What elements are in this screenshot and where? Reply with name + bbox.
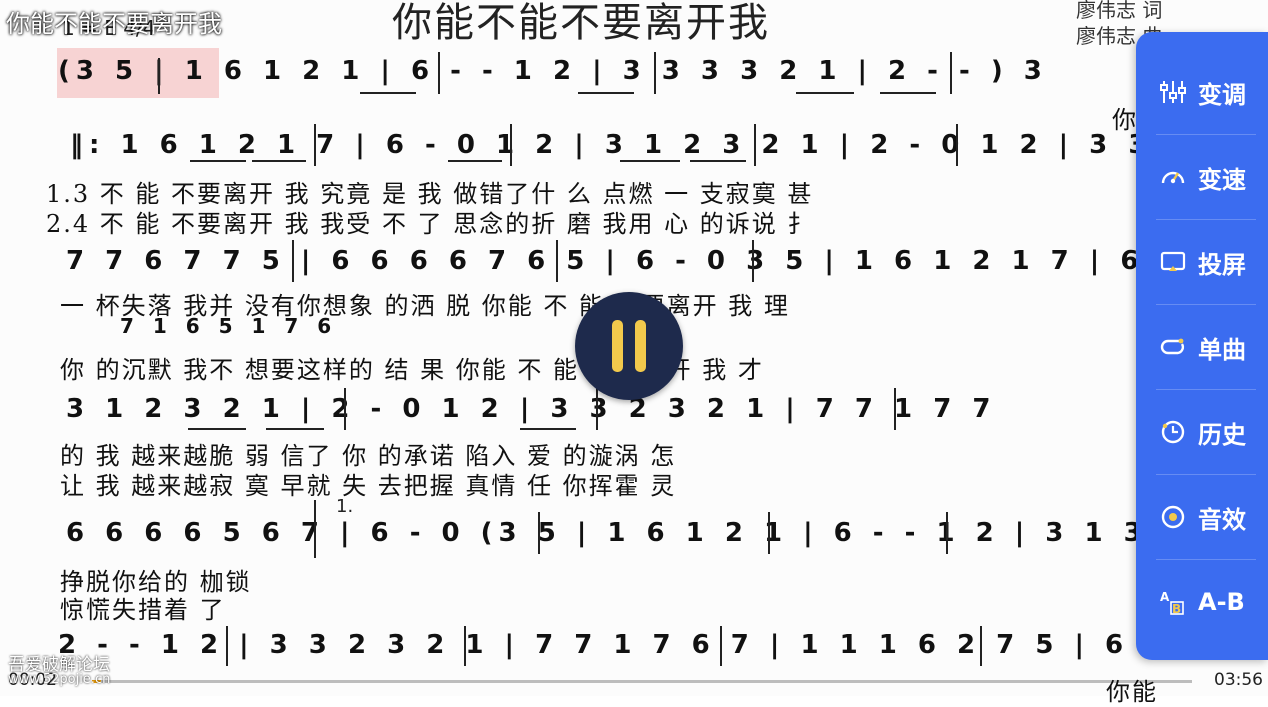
speed-button[interactable]: 变速 [1136,135,1268,219]
bar-line [950,52,952,94]
ab-repeat-label: A-B [1198,588,1245,616]
beam-underline [188,428,246,430]
beam-underline [190,160,246,162]
beam-underline [796,92,854,94]
equalizer-icon [1158,79,1188,105]
bar-line [538,512,540,554]
song-title: 你能不能不要离开我 [392,0,770,46]
beam-underline [360,92,416,94]
notation-line-5: 6 6 6 6 5 6 7 | 6 - 0 (3 5 | 1 6 1 2 1 |… [66,518,1187,548]
bar-line [654,52,656,94]
ab-repeat-button[interactable]: AB A-B [1136,560,1268,644]
transpose-button[interactable]: 变调 [1136,50,1268,134]
bar-line [556,240,558,282]
bar-line [464,626,466,666]
lyric-line-4-b: 让 我 越来越寂 寞 早就 失 去把握 真情 任 你挥霍 灵 [60,472,677,500]
history-icon [1158,419,1188,445]
progress-bar[interactable]: 00:02 03:56 [0,670,1268,696]
pause-icon [612,320,623,372]
bar-line [894,388,896,430]
beam-underline [520,428,576,430]
video-title-overlay: 你能不能不要离开我 [6,10,222,38]
bar-line [226,626,228,666]
beam-underline [620,160,680,162]
watermark-url: www.52pojie.cn [8,672,111,687]
lyric-line-5-b: 惊慌失措着 了 [60,596,226,624]
bar-line [768,512,770,554]
sound-effect-label: 音效 [1198,505,1246,534]
lyric-verse-2-4: 2.4 不 能 不要离开 我 我受 不 了 思念的折 磨 我用 心 的诉说 扌 [46,210,814,238]
beam-underline [252,160,306,162]
sound-effect-icon [1158,504,1188,530]
bar-line [596,388,598,430]
sound-effect-button[interactable]: 音效 [1136,475,1268,559]
loop-single-icon [1158,335,1188,359]
cast-icon [1158,250,1188,274]
transpose-label: 变调 [1198,80,1246,109]
speed-label: 变速 [1198,165,1246,194]
volta-bracket-label: 1. [336,496,354,517]
notation-line-3: 7 7 6 7 7 5 | 6 6 6 6 7 6 5 | 6 - 0 3 5 … [66,246,1216,276]
notation-line-6: 2 - - 1 2 | 3 3 2 3 2 1 | 7 7 1 7 6 7 | … [58,630,1265,660]
pause-icon [635,320,646,372]
bar-line [344,388,346,430]
notation-line-1: (3 5 | 1 6 1 2 1 | 6 - - 1 2 | 3 3 3 3 2… [58,56,1048,86]
cast-button[interactable]: 投屏 [1136,220,1268,304]
bar-line [754,124,756,166]
control-panel: 变调 变速 投屏 单曲 历史 音效 AB A-B [1136,32,1268,660]
single-loop-button[interactable]: 单曲 [1136,305,1268,389]
bar-line [438,52,440,94]
svg-text:A: A [1160,590,1170,604]
cast-label: 投屏 [1198,250,1246,279]
bar-line [158,58,160,94]
bar-line [314,500,316,558]
beam-underline [578,92,634,94]
history-button[interactable]: 历史 [1136,390,1268,474]
speedometer-icon [1158,165,1188,189]
bar-line [292,240,294,282]
beam-underline [880,92,936,94]
bar-line [956,124,958,166]
bar-line [510,124,512,166]
history-label: 历史 [1198,420,1246,449]
pause-button[interactable] [575,292,683,400]
total-time: 03:56 [1214,670,1263,690]
bar-line [946,512,948,554]
bar-line [314,124,316,166]
beam-underline [266,428,324,430]
single-loop-label: 单曲 [1198,335,1246,364]
notation-line-3-alt: 7 1 6 5 1 7 6 [120,314,338,338]
bar-line [752,240,754,282]
bar-line [720,626,722,666]
ab-repeat-icon: AB [1158,589,1188,615]
svg-text:B: B [1172,602,1181,615]
progress-track[interactable] [92,680,1192,683]
bar-line [980,626,982,666]
notation-line-4: 3 1 2 3 2 1 | 2 - 0 1 2 | 3 3 2 3 2 1 | … [66,394,997,424]
beam-underline [690,160,746,162]
notation-line-2: ‖: 1 6 1 2 1 7 | 6 - 0 1 2 | 3 1 2 3 2 1… [70,130,1231,160]
beam-underline [448,160,502,162]
